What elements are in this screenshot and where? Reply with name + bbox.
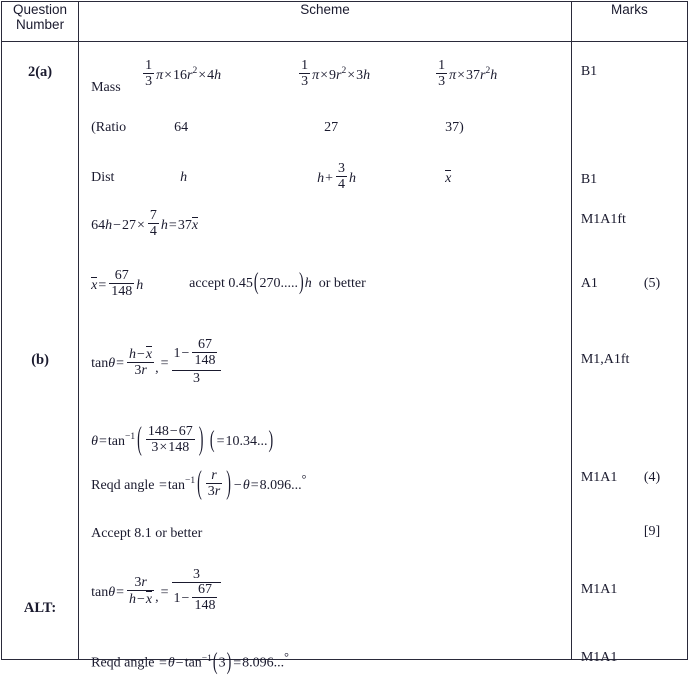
table-body: 2(a) (b) ALT: Mass 1 3 π×16r2×4h 1 3 π×9r2×3… — [0, 41, 689, 676]
denominator-1: 1 — [173, 591, 181, 607]
question-label-alt: ALT: — [23, 600, 57, 616]
frac-denominator: 148 — [109, 283, 135, 300]
coefficient-37: 37 — [466, 67, 481, 83]
frac-denominator: 3 — [436, 73, 448, 90]
xbar-result: x= 67 148 h — [91, 268, 144, 300]
accept-tolerance-note: Accept 8.1 or better — [91, 526, 203, 541]
term-27: 27 — [122, 217, 137, 233]
frac-numerator: 1 — [438, 58, 446, 74]
dist-value-1: h — [180, 170, 188, 185]
ratio-value-3: 37) — [445, 120, 464, 135]
frac-numerator: 67 — [197, 581, 212, 597]
frac-denominator: 4 — [336, 176, 348, 193]
column-header-scheme: Scheme — [78, 1, 572, 42]
coefficient-16: 16 — [173, 67, 188, 83]
theta-value: 10.34... — [225, 433, 268, 449]
mark-total-part-b: (4) — [643, 470, 661, 485]
frac-denominator: 148 — [192, 596, 218, 613]
denominator-3: 3 — [171, 369, 222, 386]
frac-denominator: 3 — [299, 73, 311, 90]
ratio-value-2: 27 — [324, 120, 339, 135]
accept-decimals: 270..... — [259, 276, 299, 291]
tolerance-value: 8.1 — [134, 526, 152, 541]
theta-arctan-equation: θ=tan−1(148−67 3×148) (=10.34...) — [91, 423, 274, 459]
scheme-cell: Mass 1 3 π×16r2×4h 1 3 π×9r2×3h 1 3 π×37r2h (R… — [78, 41, 572, 676]
frac-num-148: 148 — [147, 424, 169, 440]
mark-m1a1-reqd: M1A1 — [580, 470, 618, 485]
reqd-angle-value: 8.096... — [259, 477, 302, 493]
arctan-argument: 3 — [218, 655, 226, 671]
ratio-label: (Ratio — [91, 120, 127, 135]
mark-b1-mass: B1 — [580, 64, 598, 79]
dist-label: Dist — [91, 170, 115, 185]
frac-denominator: 148 — [192, 351, 218, 368]
tan-theta-equation-b: tanθ= h−x 3r, = 1− 67 148 3 — [91, 336, 223, 387]
dist-value-2: h+ 3 4 h — [317, 161, 357, 193]
frac-numerator: 1 — [145, 58, 153, 74]
mass-expression-2: 1 3 π×9r2×3h — [299, 58, 371, 90]
dist-value-3: x — [445, 170, 452, 186]
mark-b1-dist: B1 — [580, 172, 598, 187]
question-label-b: (b) — [31, 352, 49, 368]
marks-cell: B1 B1 M1A1ft A1 (5) M1,A1ft M1A1 (4) [9]… — [570, 41, 689, 665]
frac-denominator: 4 — [147, 223, 159, 240]
numerator-3: 3 — [193, 567, 200, 583]
mass-expression-1: 1 3 π×16r2×4h — [143, 58, 222, 90]
frac-den-148: 148 — [168, 440, 190, 456]
frac-numerator: 7 — [149, 208, 157, 224]
frac-numerator: 67 — [114, 268, 129, 284]
term-64: 64 — [91, 217, 106, 233]
mark-m1a1ft-moments: M1A1ft — [580, 212, 626, 227]
header-line-question: Question — [13, 2, 68, 17]
mark-a1-xbar: A1 — [580, 276, 598, 291]
question-number-cell: 2(a) (b) ALT: — [0, 41, 80, 660]
frac-num-67: 67 — [178, 424, 193, 440]
coefficient-9: 9 — [329, 67, 337, 83]
mark-m1a1-alt-tan: M1A1 — [580, 582, 618, 597]
mark-m1a1ft-tan: M1,A1ft — [580, 352, 630, 367]
term-37: 37 — [177, 217, 192, 233]
reqd-angle-value: 8.096... — [242, 655, 285, 671]
table-row: 2(a) (b) ALT: Mass 1 3 π×16r2×4h 1 3 π×9r2×3… — [0, 41, 689, 676]
tan-theta-equation-alt: tanθ= 3r h−x, = 3 1− 67 148 — [91, 567, 223, 616]
frac-numerator: 1 — [301, 58, 309, 74]
mark-m1a1-alt-reqd: M1A1 — [580, 650, 618, 665]
question-label-2a: 2(a) — [27, 64, 53, 80]
mass-label: Mass — [91, 80, 121, 95]
mark-total-question: [9] — [643, 524, 661, 539]
accept-value: 0.45 — [228, 276, 253, 291]
header-row: Question Number Scheme Marks — [0, 1, 689, 42]
moments-equation: 64h−27× 7 4 h=37x — [91, 208, 199, 240]
frac-den-3: 3 — [207, 484, 215, 500]
mass-expression-3: 1 3 π×37r2h — [436, 58, 498, 90]
column-header-question-number: Question Number — [0, 1, 80, 42]
numerator-1: 1 — [173, 346, 181, 362]
frac-numerator: 67 — [197, 336, 212, 352]
mark-scheme-table: Question Number Scheme Marks 2(a) (b) AL… — [0, 1, 689, 676]
accept-note: accept 0.45(270.....)h or better — [189, 270, 366, 296]
mark-scheme-page: Question Number Scheme Marks 2(a) (b) AL… — [0, 1, 689, 676]
frac-den-3: 3 — [151, 440, 159, 456]
frac-denominator: 3 — [143, 73, 155, 90]
reqd-angle-equation-b: Reqd angle =tan−1(r 3r) −θ=8.096...° — [91, 467, 307, 503]
mark-total-part-a: (5) — [643, 276, 661, 291]
ratio-value-1: 64 — [174, 120, 189, 135]
header-line-number: Number — [16, 17, 65, 33]
column-header-marks: Marks — [570, 1, 689, 42]
table-header: Question Number Scheme Marks — [0, 1, 689, 42]
frac-numerator: 3 — [338, 161, 346, 177]
